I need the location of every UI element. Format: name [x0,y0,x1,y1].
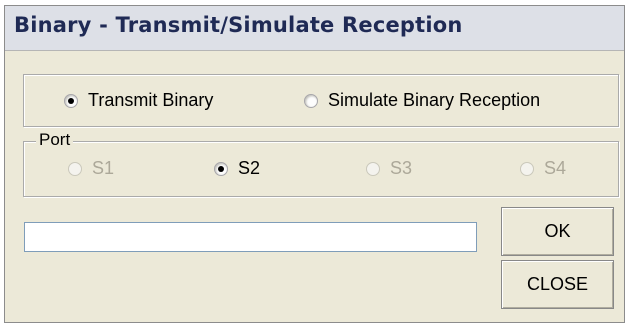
radio-button-icon[interactable] [520,161,534,176]
binary-input[interactable] [24,222,477,252]
radio-label: S2 [238,158,261,178]
radio-transmit-binary[interactable]: Transmit Binary [64,90,213,111]
radio-port-s3[interactable]: S3 [366,158,412,179]
dialog-window: Binary - Transmit/Simulate Reception Tra… [4,5,625,323]
radio-port-s4[interactable]: S4 [520,158,566,179]
window-title: Binary - Transmit/Simulate Reception [14,13,463,37]
radio-label: S4 [544,158,567,178]
radio-button-icon[interactable] [304,93,318,108]
radio-port-s2[interactable]: S2 [214,158,260,179]
radio-button-icon[interactable] [366,161,380,176]
radio-port-s1[interactable]: S1 [68,158,114,179]
radio-button-icon[interactable] [68,161,82,176]
close-button[interactable]: CLOSE [501,260,614,309]
radio-simulate-binary-reception[interactable]: Simulate Binary Reception [304,90,540,111]
port-legend: Port [36,130,74,150]
radio-button-icon[interactable] [64,93,78,108]
radio-label: S3 [390,158,413,178]
title-bar[interactable]: Binary - Transmit/Simulate Reception [5,6,624,51]
port-group: Port S1 S2 S3 S4 [23,130,619,197]
radio-button-icon[interactable] [214,161,228,176]
mode-group: Transmit Binary Simulate Binary Receptio… [23,74,619,127]
radio-label: Transmit Binary [88,90,214,110]
radio-label: S1 [92,158,115,178]
ok-button[interactable]: OK [501,207,614,256]
radio-label: Simulate Binary Reception [328,90,541,110]
